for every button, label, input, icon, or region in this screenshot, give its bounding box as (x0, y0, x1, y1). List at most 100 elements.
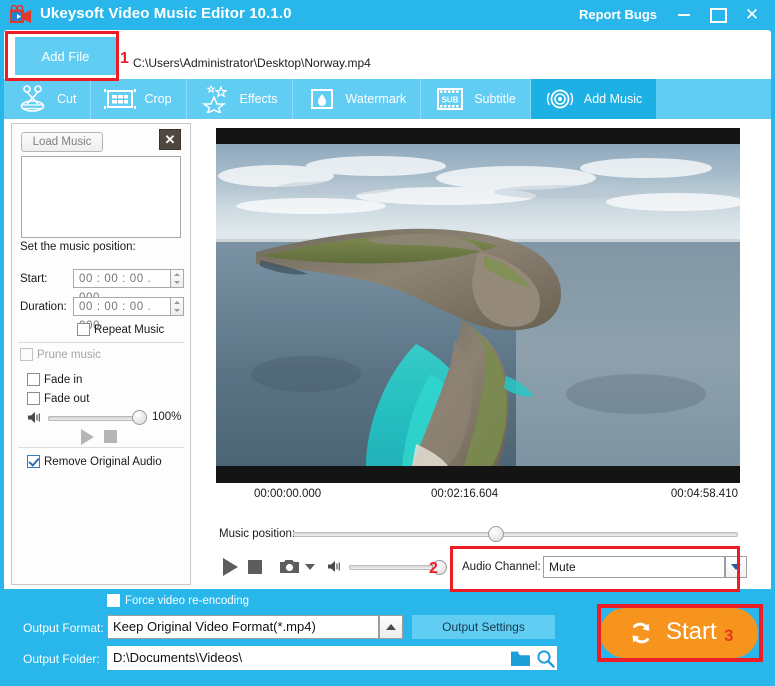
timecode-current: 00:02:16.604 (431, 488, 499, 500)
divider (18, 342, 184, 343)
tab-label: Crop (144, 92, 172, 106)
tab-add-music[interactable]: Add Music (530, 79, 657, 119)
application-window: Ukeysoft Video Music Editor 10.1.0 Repor… (0, 0, 775, 686)
repeat-music-checkbox[interactable]: Repeat Music (77, 323, 164, 336)
chevron-down-icon[interactable] (725, 556, 747, 578)
tab-watermark[interactable]: Watermark (293, 79, 422, 119)
file-bar: Add File C:\Users\Administrator\Desktop\… (4, 30, 771, 82)
music-list[interactable] (21, 156, 181, 238)
checkbox-label: Fade out (44, 392, 90, 405)
window-title: Ukeysoft Video Music Editor 10.1.0 (40, 5, 292, 22)
music-settings-panel: Load Music ✕ Set the music position: Sta… (11, 123, 191, 585)
tab-subtitle[interactable]: SUB Subtitle (421, 79, 531, 119)
tab-effects[interactable]: Effects (187, 79, 293, 119)
checkbox-box (77, 323, 90, 336)
preview-volume-slider[interactable] (349, 565, 440, 570)
tab-label: Cut (57, 92, 77, 106)
preview-volume-knob[interactable] (432, 560, 447, 575)
speaker-icon (27, 411, 43, 424)
checkbox-box (27, 455, 40, 468)
fade-out-checkbox[interactable]: Fade out (27, 392, 89, 405)
tab-crop[interactable]: Crop (91, 79, 187, 119)
chevron-down-icon[interactable] (305, 564, 315, 570)
video-camera-icon (9, 4, 33, 25)
tab-label: Subtitle (474, 92, 516, 106)
duration-time-input[interactable]: 00 : 00 : 00 . 000 (73, 297, 171, 332)
force-reencoding-checkbox[interactable]: Force video re-encoding (107, 594, 249, 607)
divider (18, 447, 184, 448)
audio-channel-label: Audio Channel: (462, 561, 541, 573)
tab-label: Add Music (583, 92, 643, 106)
stop-icon[interactable] (248, 560, 262, 574)
chevron-up-icon[interactable] (379, 615, 403, 639)
tab-cut[interactable]: Cut (4, 79, 92, 119)
music-volume-knob[interactable] (132, 410, 147, 425)
stop-icon[interactable] (104, 430, 117, 443)
checkbox-label: Fade in (44, 373, 83, 386)
timecode-row: 00:00:00.000 00:02:16.604 00:04:58.410 (216, 488, 740, 504)
video-preview[interactable] (216, 128, 740, 483)
music-volume-slider[interactable] (48, 416, 140, 421)
water-drop-icon (305, 84, 339, 114)
fade-in-checkbox[interactable]: Fade in (27, 373, 82, 386)
main-content: Load Music ✕ Set the music position: Sta… (4, 119, 771, 589)
refresh-icon (628, 620, 654, 646)
remove-original-audio-checkbox[interactable]: Remove Original Audio (27, 455, 162, 468)
output-folder-label: Output Folder: (23, 652, 100, 666)
music-position-label: Music position: (219, 528, 296, 540)
checkbox-label: Prune music (37, 348, 101, 361)
music-disc-icon (543, 84, 577, 114)
checkbox-box (107, 594, 120, 607)
start-button-label: Start (666, 618, 717, 645)
tab-label: Effects (239, 92, 278, 106)
scissors-icon (16, 84, 50, 114)
video-frame (216, 144, 740, 466)
audio-channel-select[interactable]: Mute (543, 556, 725, 578)
load-music-button[interactable]: Load Music (21, 132, 103, 152)
checkbox-label: Force video re-encoding (125, 594, 250, 607)
start-button[interactable]: Start 3 (600, 608, 758, 658)
tab-label: Watermark (345, 92, 407, 106)
file-path-text: C:\Users\Administrator\Desktop\Norway.mp… (133, 56, 371, 70)
play-icon[interactable] (81, 429, 94, 445)
checkbox-box (27, 392, 40, 405)
output-format-select[interactable]: Keep Original Video Format(*.mp4) (107, 615, 379, 639)
start-label: Start: (20, 273, 48, 285)
editor-toolbar: Cut Crop Effects Watermark SUB Subtitle … (4, 79, 771, 119)
title-bar: Ukeysoft Video Music Editor 10.1.0 Repor… (0, 0, 775, 30)
music-volume-value: 100% (152, 411, 182, 423)
output-settings-button[interactable]: Output Settings (412, 615, 555, 639)
checkbox-label: Remove Original Audio (44, 455, 162, 468)
start-time-stepper[interactable] (171, 269, 184, 288)
play-icon[interactable] (223, 558, 238, 576)
close-music-icon[interactable]: ✕ (159, 129, 181, 150)
folder-icon[interactable] (511, 651, 530, 666)
checkbox-box (27, 373, 40, 386)
timecode-end: 00:04:58.410 (670, 488, 738, 500)
camera-icon[interactable] (280, 559, 299, 574)
close-icon[interactable]: ✕ (741, 5, 763, 25)
playback-controls: Audio Channel: Mute (210, 553, 762, 583)
minimize-icon[interactable] (673, 5, 695, 25)
set-music-position-label: Set the music position: (20, 241, 136, 253)
checkbox-box (20, 348, 33, 361)
add-file-button[interactable]: Add File (15, 37, 116, 75)
report-bugs-link[interactable]: Report Bugs (579, 7, 657, 22)
duration-time-stepper[interactable] (171, 297, 184, 316)
start-time-input[interactable]: 00 : 00 : 00 . 000 (73, 269, 171, 304)
preview-panel: 00:00:00.000 00:02:16.604 00:04:58.410 M… (210, 123, 762, 585)
output-format-label: Output Format: (23, 621, 104, 635)
checkbox-label: Repeat Music (94, 323, 165, 336)
svg-text:SUB: SUB (442, 96, 459, 105)
stars-icon (199, 84, 233, 114)
timecode-start: 00:00:00.000 (254, 488, 322, 500)
output-folder-input[interactable]: D:\Documents\Videos\ (107, 646, 557, 670)
speaker-icon (327, 560, 343, 573)
prune-music-checkbox[interactable]: Prune music (20, 348, 101, 361)
search-icon[interactable] (536, 649, 555, 668)
music-position-slider[interactable] (293, 532, 738, 537)
duration-label: Duration: (20, 301, 67, 313)
crop-grid-icon (103, 84, 137, 114)
maximize-icon[interactable] (707, 5, 729, 25)
music-position-knob[interactable] (488, 526, 504, 542)
